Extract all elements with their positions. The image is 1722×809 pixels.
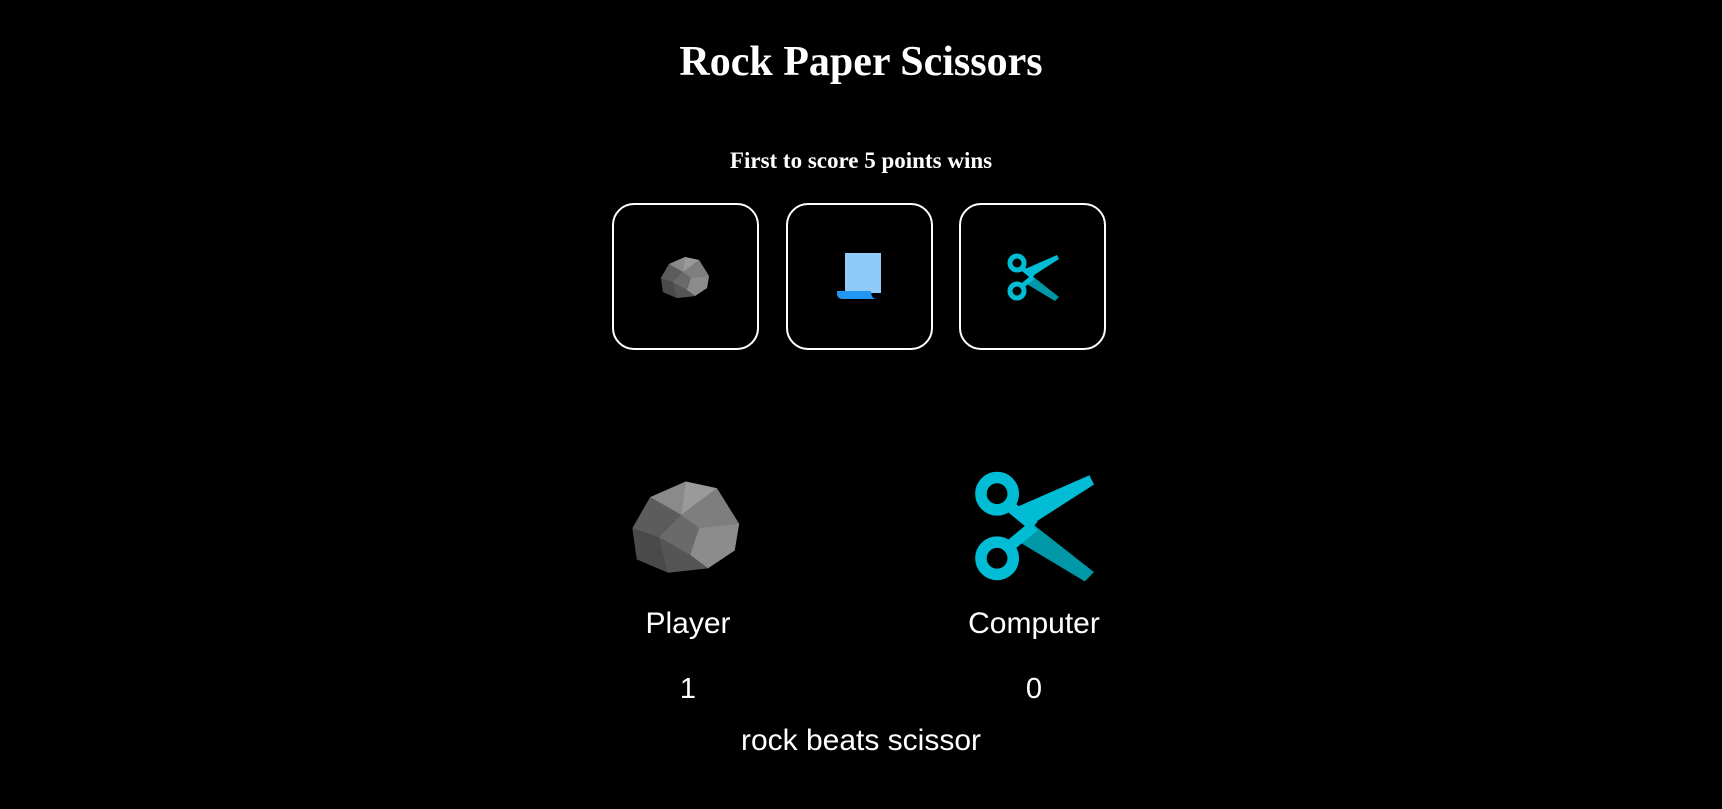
page-title: Rock Paper Scissors: [679, 39, 1043, 85]
rock-icon: [660, 256, 709, 298]
choice-buttons: [612, 203, 1112, 354]
paper-icon: [836, 252, 881, 299]
player-score: 1: [679, 673, 697, 705]
round-result: rock beats scissor: [740, 724, 982, 757]
computer-label: Computer: [968, 607, 1100, 640]
computer-pick: [964, 456, 1104, 596]
player-pick: [618, 456, 758, 596]
rock-button[interactable]: [612, 203, 759, 350]
player-label: Player: [645, 607, 731, 640]
paper-button[interactable]: [786, 203, 933, 350]
computer-score: 0: [1025, 673, 1043, 705]
scissors-icon: [1007, 253, 1059, 301]
rules-text: First to score 5 points wins: [729, 148, 993, 173]
rock-icon: [632, 481, 740, 573]
scissors-button[interactable]: [959, 203, 1106, 350]
scissors-icon: [975, 471, 1094, 582]
